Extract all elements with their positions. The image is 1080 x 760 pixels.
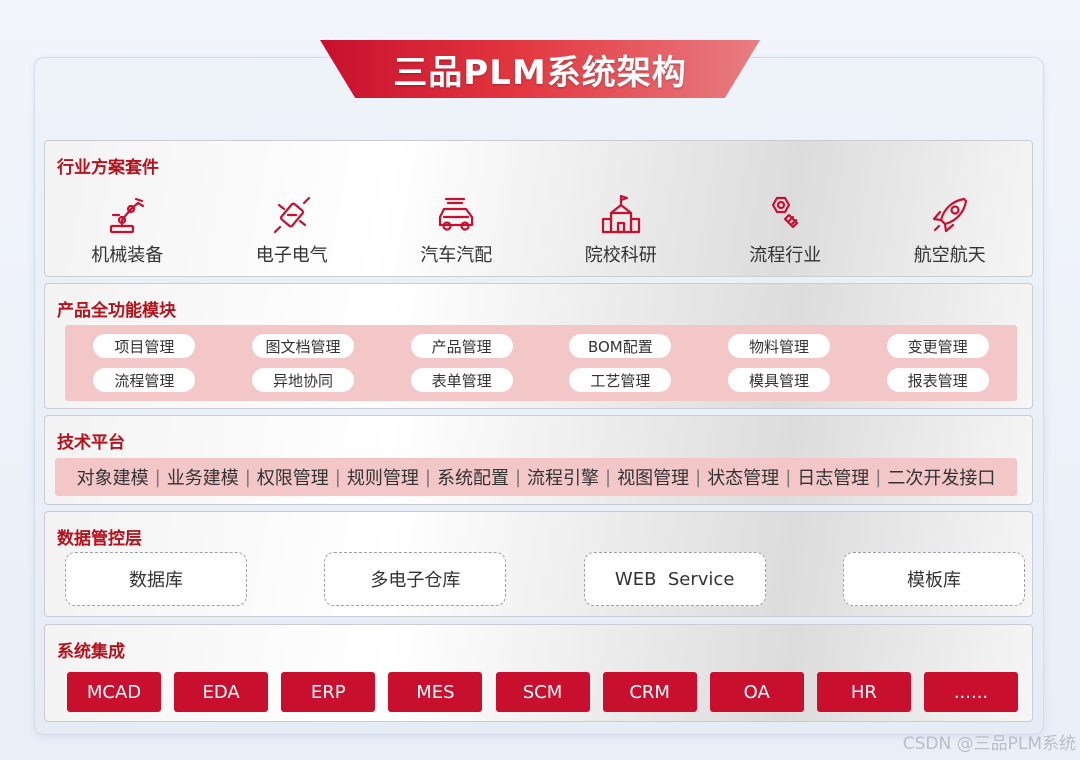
- integration-badge: OA: [709, 672, 804, 712]
- module-pill: 报表管理: [886, 368, 989, 392]
- data-section-title: 数据管控层: [57, 529, 142, 549]
- tech-item: 视图管理: [617, 468, 690, 489]
- integration-badge: ......: [924, 672, 1018, 712]
- module-pill: 工艺管理: [569, 368, 672, 392]
- integration-badge: ERP: [281, 672, 376, 712]
- tech-item: 二次开发接口: [887, 468, 996, 489]
- title-banner: 三品PLM系统架构: [320, 40, 760, 98]
- industry-item-machinery: 机械装备: [45, 193, 210, 273]
- integration-badge: EDA: [174, 672, 269, 712]
- modules-panel: 项目管理 图文档管理 产品管理 BOM配置 物料管理 变更管理 流程管理 异地协…: [65, 325, 1017, 401]
- industry-label: 航空航天: [913, 245, 986, 266]
- data-section: 数据管控层 数据库 多电子仓库 WEB Service 模板库: [44, 511, 1033, 617]
- industry-item-process: 流程行业: [703, 193, 868, 273]
- rocket-icon: [932, 197, 967, 233]
- industry-label: 汽车汽配: [420, 245, 493, 266]
- industry-label: 电子电气: [255, 245, 328, 266]
- electronics-icon: [273, 196, 310, 234]
- data-box-template-library: 模板库: [842, 552, 1025, 606]
- tech-item: 系统配置: [436, 468, 509, 489]
- industry-section-title: 行业方案套件: [57, 158, 159, 178]
- robot-arm-icon: [110, 197, 145, 234]
- tech-section-title: 技术平台: [57, 433, 125, 453]
- module-pill: 模具管理: [727, 368, 830, 392]
- watermark: CSDN @三品PLM系统: [902, 734, 1076, 754]
- module-pill: 流程管理: [93, 368, 196, 392]
- tech-item: 状态管理: [707, 468, 780, 489]
- industry-section: 行业方案套件 机械装备 电子电气 汽车汽配 院校科研 流程行业 航空航天: [44, 140, 1033, 277]
- car-icon: [439, 197, 474, 231]
- tech-item: 对象建模: [76, 468, 149, 489]
- industry-item-electronics: 电子电气: [210, 193, 375, 273]
- industry-item-school: 院校科研: [539, 193, 704, 273]
- bolt-nut-icon: [772, 196, 799, 229]
- industry-item-aerospace: 航空航天: [868, 193, 1033, 273]
- integration-badge: SCM: [495, 672, 590, 712]
- data-box-vault: 多电子仓库: [324, 552, 507, 606]
- tech-item: 流程引擎: [527, 468, 600, 489]
- integration-section: 系统集成 MCAD EDA ERP MES SCM CRM OA HR ....…: [44, 624, 1033, 722]
- industry-label: 机械装备: [91, 245, 164, 266]
- module-pill: BOM配置: [569, 334, 672, 358]
- industry-label: 院校科研: [584, 245, 657, 266]
- module-pill: 变更管理: [886, 334, 989, 358]
- integration-badge: MES: [388, 672, 483, 712]
- modules-section: 产品全功能模块 项目管理 图文档管理 产品管理 BOM配置 物料管理 变更管理 …: [44, 283, 1033, 409]
- tech-bar: 对象建模 | 业务建模 | 权限管理 | 规则管理 | 系统配置 | 流程引擎 | 视图管理…: [55, 458, 1017, 496]
- module-pill: 产品管理: [410, 334, 513, 358]
- page-title: 三品PLM系统架构: [393, 52, 687, 93]
- tech-item: 规则管理: [346, 468, 419, 489]
- tech-section: 技术平台 对象建模 | 业务建模 | 权限管理 | 规则管理 | 系统配置 | 流程引擎 |…: [44, 415, 1033, 505]
- module-pill: 异地协同: [251, 368, 354, 392]
- integration-section-title: 系统集成: [57, 642, 125, 662]
- modules-section-title: 产品全功能模块: [57, 301, 176, 321]
- data-box-web-service: WEB Service: [583, 552, 766, 606]
- integration-badge: HR: [816, 672, 911, 712]
- integration-badge: CRM: [602, 672, 697, 712]
- integration-badge: MCAD: [67, 672, 161, 712]
- module-pill: 图文档管理: [251, 334, 354, 358]
- module-pill: 物料管理: [727, 334, 830, 358]
- data-box-database: 数据库: [65, 552, 247, 606]
- industry-item-auto: 汽车汽配: [374, 193, 539, 273]
- tech-item: 日志管理: [797, 468, 870, 489]
- school-icon: [601, 194, 640, 234]
- tech-item: 业务建模: [166, 468, 239, 489]
- industry-label: 流程行业: [749, 245, 822, 266]
- tech-item: 权限管理: [256, 468, 329, 489]
- module-pill: 项目管理: [93, 334, 196, 358]
- module-pill: 表单管理: [410, 368, 513, 392]
